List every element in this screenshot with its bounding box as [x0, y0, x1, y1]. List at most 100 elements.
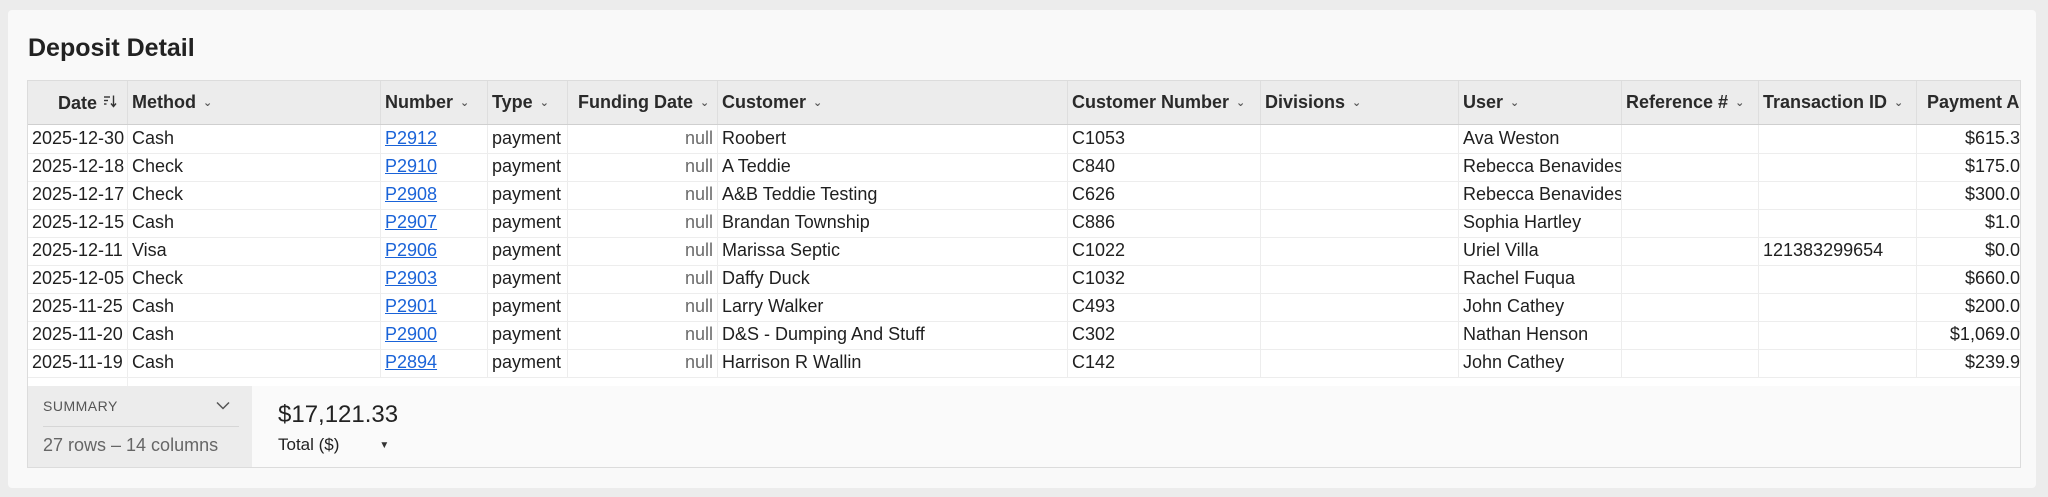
- column-header-label: Number: [385, 92, 454, 112]
- cell-method-text: Check: [132, 156, 184, 176]
- cell-customer-number-text: C1022: [1072, 240, 1126, 260]
- cell-method-text: Cash: [132, 296, 175, 316]
- cell-customer-text: Daffy Duck: [722, 268, 810, 288]
- column-header-label: Method: [132, 92, 196, 112]
- chevron-down-icon[interactable]: ⌄: [1894, 82, 1903, 125]
- cell-date: 2025-12-17: [28, 181, 128, 209]
- cell-customer-text: D&S - Dumping And Stuff: [722, 324, 925, 344]
- chevron-down-icon[interactable]: ⌄: [700, 82, 709, 125]
- cell-reference: [1622, 125, 1759, 153]
- chevron-down-icon[interactable]: ⌄: [203, 82, 212, 125]
- column-header-customer[interactable]: Customer ⌄: [718, 81, 1068, 124]
- cell-transaction-id: 121383299654: [1759, 237, 1917, 265]
- payment-number-link[interactable]: P2903: [385, 268, 437, 288]
- column-header-method[interactable]: Method ⌄: [128, 81, 381, 124]
- sort-descending-icon[interactable]: [103, 81, 117, 124]
- payment-number-link[interactable]: P2908: [385, 184, 437, 204]
- chevron-down-icon[interactable]: ⌄: [1236, 82, 1245, 125]
- cell-number: P2908: [381, 181, 488, 209]
- column-header-label: User: [1463, 92, 1504, 112]
- cell-user: Rebecca Benavides: [1459, 181, 1622, 209]
- cell-date-text: 2025-12-30: [32, 128, 125, 148]
- column-header-transaction-id[interactable]: Transaction ID ⌄: [1759, 81, 1917, 124]
- cell-divisions: [1261, 209, 1459, 237]
- table-row[interactable]: 2025-12-17 Check P2908 payment null A&B Teddi…: [28, 181, 2020, 210]
- payment-number-link[interactable]: P2907: [385, 212, 437, 232]
- column-header-date[interactable]: Date: [28, 81, 128, 124]
- column-header-customer-number[interactable]: Customer Number ⌄: [1068, 81, 1261, 124]
- cell-date: 2025-11-19: [28, 349, 128, 377]
- column-header-number[interactable]: Number ⌄: [381, 81, 488, 124]
- cell-date-text: 2025-12-17: [32, 184, 125, 204]
- cell-divisions: [1261, 153, 1459, 181]
- cell-payment-amt: $239.9: [1917, 349, 2020, 377]
- table-row[interactable]: 2025-12-15 Cash P2907 payment null Brandan To…: [28, 209, 2020, 238]
- cell-payment-amt-text: $1,069.0: [1949, 324, 2020, 344]
- column-header-label: Customer Number: [1072, 92, 1230, 112]
- table-row[interactable]: 2025-11-19 Cash P2894 payment null Harrison R…: [28, 349, 2020, 378]
- column-header-label: Type: [492, 92, 533, 112]
- cell-user-text: Ava Weston: [1463, 128, 1560, 148]
- chevron-down-icon[interactable]: ⌄: [1735, 82, 1744, 125]
- column-header-label: Reference #: [1626, 92, 1729, 112]
- cell-funding-date-text: null: [684, 240, 713, 260]
- caret-down-icon[interactable]: ▼: [379, 440, 389, 451]
- cell-payment-amt-text: $300.0: [1964, 184, 2020, 204]
- cell-payment-amt: $1.0: [1917, 209, 2020, 237]
- chevron-down-icon[interactable]: ⌄: [1352, 82, 1361, 125]
- cell-customer-number: C302: [1068, 321, 1261, 349]
- payment-number-link[interactable]: P2894: [385, 352, 437, 372]
- column-header-payment-amt[interactable]: Payment Amt: [1917, 81, 2020, 124]
- cell-customer-text: Brandan Township: [722, 212, 870, 232]
- cell-customer-number: C142: [1068, 349, 1261, 377]
- summary-aggregate-select[interactable]: Total ($) ▼: [278, 435, 389, 455]
- page-title: Deposit Detail: [28, 34, 195, 62]
- cell-user: Rachel Fuqua: [1459, 265, 1622, 293]
- table-row[interactable]: 2025-12-11 Visa P2906 payment null Marissa Se…: [28, 237, 2020, 266]
- payment-number-link[interactable]: P2906: [385, 240, 437, 260]
- column-header-divisions[interactable]: Divisions ⌄: [1261, 81, 1459, 124]
- cell-type-text: payment: [492, 128, 562, 148]
- chevron-down-icon[interactable]: ⌄: [1510, 82, 1519, 125]
- payment-number-link[interactable]: P2901: [385, 296, 437, 316]
- chevron-down-icon[interactable]: [216, 398, 230, 413]
- payment-number-link[interactable]: P2910: [385, 156, 437, 176]
- column-header-type[interactable]: Type ⌄: [488, 81, 568, 124]
- column-header-user[interactable]: User ⌄: [1459, 81, 1622, 124]
- cell-reference: [1622, 321, 1759, 349]
- cell-type-text: payment: [492, 156, 562, 176]
- chevron-down-icon[interactable]: ⌄: [813, 82, 822, 125]
- cell-method-text: Check: [132, 268, 184, 288]
- cell-date: 2025-12-11: [28, 237, 128, 265]
- cell-customer-number-text: C142: [1072, 352, 1116, 372]
- cell-method: Cash: [128, 349, 381, 377]
- cell-customer-number-text: C302: [1072, 324, 1116, 344]
- cell-date-text: 2025-12-18: [32, 156, 125, 176]
- cell-type: payment: [488, 237, 568, 265]
- cell-payment-amt: $175.0: [1917, 153, 2020, 181]
- cell-date-text: 2025-12-11: [32, 240, 123, 260]
- table-row[interactable]: 2025-12-18 Check P2910 payment null A Teddie C…: [28, 153, 2020, 182]
- payment-number-link[interactable]: P2912: [385, 128, 437, 148]
- table-row[interactable]: 2025-11-20 Cash P2900 payment null D&S - Dump…: [28, 321, 2020, 350]
- cell-transaction-id: [1759, 321, 1917, 349]
- cell-customer: A&B Teddie Testing: [718, 181, 1068, 209]
- payment-number-link[interactable]: P2900: [385, 324, 437, 344]
- cell-method-text: Cash: [132, 324, 175, 344]
- cell-funding-date-text: null: [684, 128, 713, 148]
- table-row[interactable]: 2025-12-05 Check P2903 payment null Daffy Duc…: [28, 265, 2020, 294]
- cell-payment-amt-text: $615.3: [1964, 128, 2020, 148]
- column-header-funding-date[interactable]: Funding Date ⌄: [568, 81, 718, 124]
- cell-user: Rebecca Benavides: [1459, 153, 1622, 181]
- cell-funding-date-text: null: [684, 296, 713, 316]
- chevron-down-icon[interactable]: ⌄: [540, 82, 549, 125]
- cell-reference: [1622, 181, 1759, 209]
- chevron-down-icon[interactable]: ⌄: [460, 82, 469, 125]
- cell-number: P2900: [381, 321, 488, 349]
- cell-method-text: Visa: [132, 240, 167, 260]
- column-header-reference[interactable]: Reference # ⌄: [1622, 81, 1759, 124]
- table-row[interactable]: 2025-12-30 Cash P2912 payment null Roobert C10…: [28, 125, 2020, 154]
- table-row[interactable]: 2025-11-25 Cash P2901 payment null Larry Walk…: [28, 293, 2020, 322]
- summary-sidebar[interactable]: SUMMARY 27 rows – 14 columns: [28, 386, 252, 467]
- cell-number: P2903: [381, 265, 488, 293]
